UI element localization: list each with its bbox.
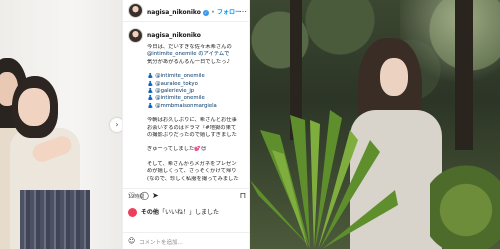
post-caption: 今日は、だいすきな佐々木希さんの @intimite_onemile のアイテムで… xyxy=(147,44,245,183)
caption-mention-line[interactable]: 👗 @intimite_onemile xyxy=(147,73,245,80)
caption-line: お会いするのはドラマ『#地獄の果て xyxy=(147,124,237,131)
share-icon[interactable]: ➤ xyxy=(152,192,159,200)
caption-avatar[interactable] xyxy=(128,28,143,43)
avatar[interactable] xyxy=(128,3,143,18)
comment-bar: ☺ コメントを追加... xyxy=(123,232,251,249)
caption-line: ぎゅーってしました💕😍 xyxy=(147,146,207,153)
follow-button[interactable]: フォロー xyxy=(217,9,241,16)
save-icon[interactable]: ⊓ xyxy=(240,192,246,200)
liker-avatar xyxy=(128,208,137,217)
emoji-icon[interactable]: ☺ xyxy=(128,237,135,245)
post-header: nagisa_nikoniko ✓ • フォロー … xyxy=(123,0,251,22)
right-photo xyxy=(250,0,500,249)
caption-mention-line[interactable]: 👗 @auralee_tokyo xyxy=(147,81,245,88)
post-time: 19時間 xyxy=(128,194,145,200)
caption-line: 今朝はお久しぶりに、希さんとお仕事 xyxy=(147,117,237,124)
fern-foliage xyxy=(250,110,398,249)
likes-summary: 19時間 その他「いいね！」しました xyxy=(128,194,219,217)
separator-dot: • xyxy=(211,9,215,16)
caption-mention-line[interactable]: 👗 @galerievie_jp xyxy=(147,88,245,95)
more-options-icon[interactable]: … xyxy=(239,5,247,14)
caption-line: 今日は、だいすきな佐々木希さんの xyxy=(147,44,232,50)
likes-text: 「いいね！」しました xyxy=(158,209,219,216)
caption-mention-line[interactable]: @intimite_onemile のアイテムで xyxy=(147,51,245,58)
caption-mention-line[interactable]: 👗 @intimite_onemile xyxy=(147,95,245,102)
caption-line: めが嬉しくって、さっそくかけて帰り xyxy=(147,168,237,175)
verified-badge-icon: ✓ xyxy=(202,9,209,16)
username-text[interactable]: nagisa_nikoniko xyxy=(147,9,201,16)
instagram-post: nagisa_nikoniko ✓ • フォロー … nagisa_nikoni… xyxy=(122,0,251,249)
caption-line: の撮影ぶりだったので嬉しすぎました xyxy=(147,132,237,139)
caption-line: (なので、珍しく私服を撮ってみました xyxy=(147,175,239,182)
caption-line: 気分があがるんるん一日でしたっ♪ xyxy=(147,58,230,65)
likes-others[interactable]: その他 xyxy=(141,209,159,216)
left-photo xyxy=(0,0,122,249)
post-username[interactable]: nagisa_nikoniko ✓ • フォロー xyxy=(147,7,241,16)
comment-input[interactable]: コメントを追加... xyxy=(139,238,183,246)
caption-mention-line[interactable]: 👗 @mmbmaisonmargiela xyxy=(147,103,245,110)
caption-username[interactable]: nagisa_nikoniko xyxy=(147,32,201,39)
post-body: nagisa_nikoniko 今日は、だいすきな佐々木希さんの @intimit… xyxy=(123,24,251,188)
caption-line: そして、希さんからメガネをプレゼン xyxy=(147,160,237,167)
